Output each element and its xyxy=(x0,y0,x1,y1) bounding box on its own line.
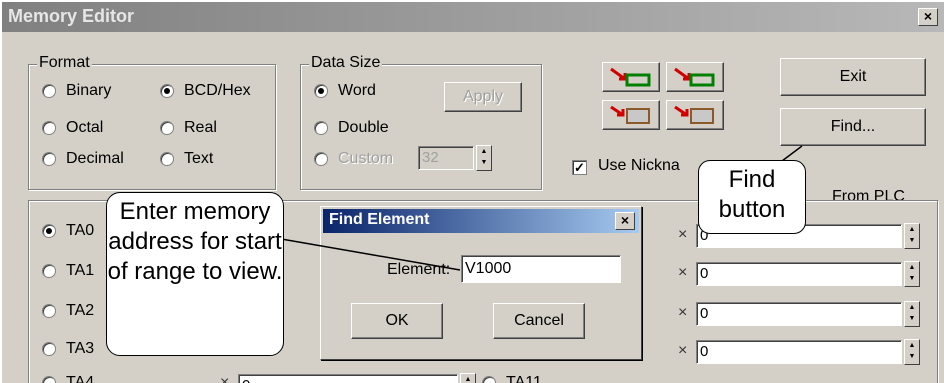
enter-address-callout: Enter memory address for start of range … xyxy=(106,192,284,356)
memory-editor-window: Memory Editor × Format Binary BCD/Hex Oc… xyxy=(0,0,944,383)
find-button-callout: Find button xyxy=(698,160,806,234)
